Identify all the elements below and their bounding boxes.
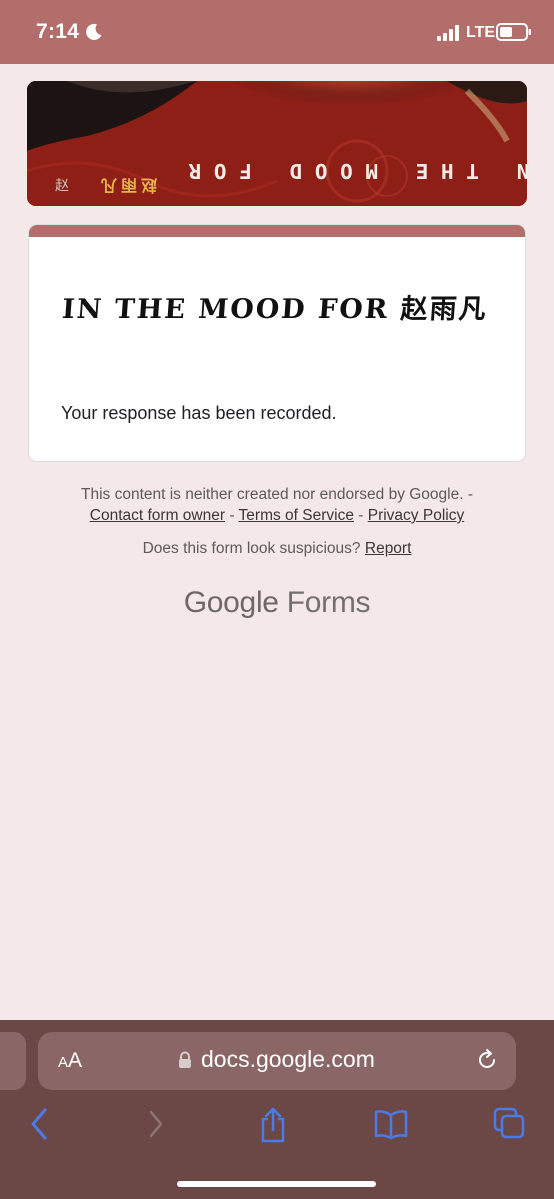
confirmation-message: Your response has been recorded.: [61, 403, 337, 423]
brand-google: Google: [183, 586, 279, 619]
disclaimer: This content is neither created nor endo…: [0, 484, 554, 526]
status-time: 7:14: [36, 20, 80, 43]
address-bar[interactable]: AA docs.google.com: [38, 1032, 516, 1090]
report-link[interactable]: Report: [365, 540, 412, 557]
form-title: IN THE MOOD FOR 赵雨凡: [60, 294, 489, 325]
suspicious-text: Does this form look suspicious?: [142, 540, 361, 557]
brand-forms: Forms: [286, 586, 371, 619]
link-separator: -: [225, 507, 239, 524]
lock-icon: [179, 1051, 191, 1068]
text-size-button[interactable]: AA: [58, 1049, 82, 1073]
google-forms-logo[interactable]: Google Forms: [0, 586, 554, 620]
tabs-icon[interactable]: [492, 1106, 526, 1140]
home-indicator[interactable]: [177, 1181, 376, 1187]
signal-icon: [437, 25, 459, 41]
response-card: IN THE MOOD FOR 赵雨凡 Your response has be…: [28, 224, 526, 462]
network-label: LTE: [466, 24, 496, 41]
share-icon[interactable]: [258, 1106, 288, 1144]
bookmarks-icon[interactable]: [373, 1106, 409, 1142]
suspicious-notice: Does this form look suspicious? Report: [0, 540, 554, 558]
status-bar: 7:14 LTE: [0, 0, 554, 64]
forward-icon[interactable]: [146, 1106, 168, 1142]
banner-title: IN THE MOOD FOR: [175, 159, 527, 183]
disclaimer-text: This content is neither created nor endo…: [80, 486, 474, 503]
privacy-link[interactable]: Privacy Policy: [368, 507, 464, 524]
back-icon[interactable]: [28, 1106, 50, 1142]
reload-icon[interactable]: [475, 1048, 499, 1072]
form-header-image: 赵 赵雨凡 IN THE MOOD FOR: [27, 81, 527, 206]
banner-cjk-text: 赵雨凡: [97, 176, 158, 195]
banner-seal: 赵: [55, 178, 69, 194]
battery-icon: [496, 23, 531, 41]
moon-icon: [86, 23, 102, 40]
contact-owner-link[interactable]: Contact form owner: [90, 507, 225, 524]
footer-links: Contact form owner - Terms of Service - …: [0, 505, 554, 526]
terms-link[interactable]: Terms of Service: [239, 507, 354, 524]
card-accent-bar: [29, 225, 525, 237]
link-separator: -: [353, 507, 368, 524]
url-text[interactable]: docs.google.com: [201, 1046, 375, 1073]
previous-tab-preview[interactable]: [0, 1032, 26, 1090]
